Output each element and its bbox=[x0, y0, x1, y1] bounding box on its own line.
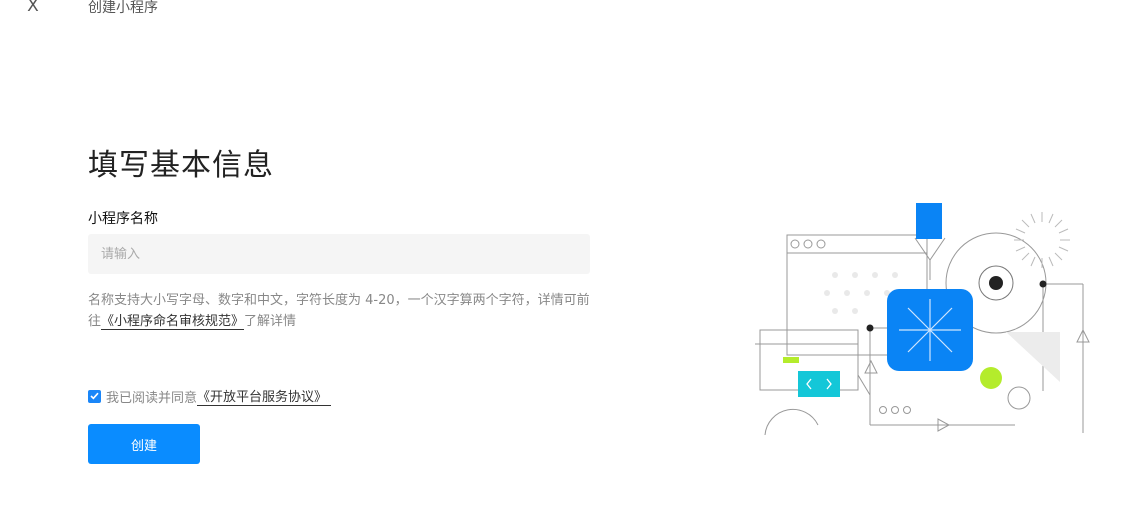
naming-rules-link[interactable]: 《小程序命名审核规范》 bbox=[101, 314, 245, 330]
name-input[interactable] bbox=[88, 234, 590, 274]
name-field-label: 小程序名称 bbox=[88, 211, 158, 227]
page-title: 填写基本信息 bbox=[88, 148, 274, 183]
create-button[interactable]: 创建 bbox=[88, 424, 200, 464]
agree-text: 我已阅读并同意 bbox=[106, 390, 198, 406]
top-bar-title: 创建小程序 bbox=[88, 0, 158, 16]
service-agreement-link[interactable]: 《开放平台服务协议》 bbox=[197, 386, 332, 406]
close-icon[interactable]: X bbox=[22, 0, 44, 18]
name-hint: 名称支持大小写字母、数字和中文，字符长度为 4-20，一个汉字算两个字符，详情可… bbox=[88, 290, 593, 332]
hint-suffix: 了解详情 bbox=[244, 314, 297, 329]
top-bar: X 创建小程序 bbox=[0, 0, 1140, 20]
sparkle-icon bbox=[899, 299, 961, 361]
checkmark-icon bbox=[90, 392, 99, 400]
agree-checkbox[interactable] bbox=[88, 389, 101, 403]
mini-program-illustration bbox=[755, 203, 1090, 436]
sun-icon bbox=[1014, 212, 1070, 268]
agreement-row: 我已阅读并同意 《开放平台服务协议》 bbox=[88, 386, 332, 406]
